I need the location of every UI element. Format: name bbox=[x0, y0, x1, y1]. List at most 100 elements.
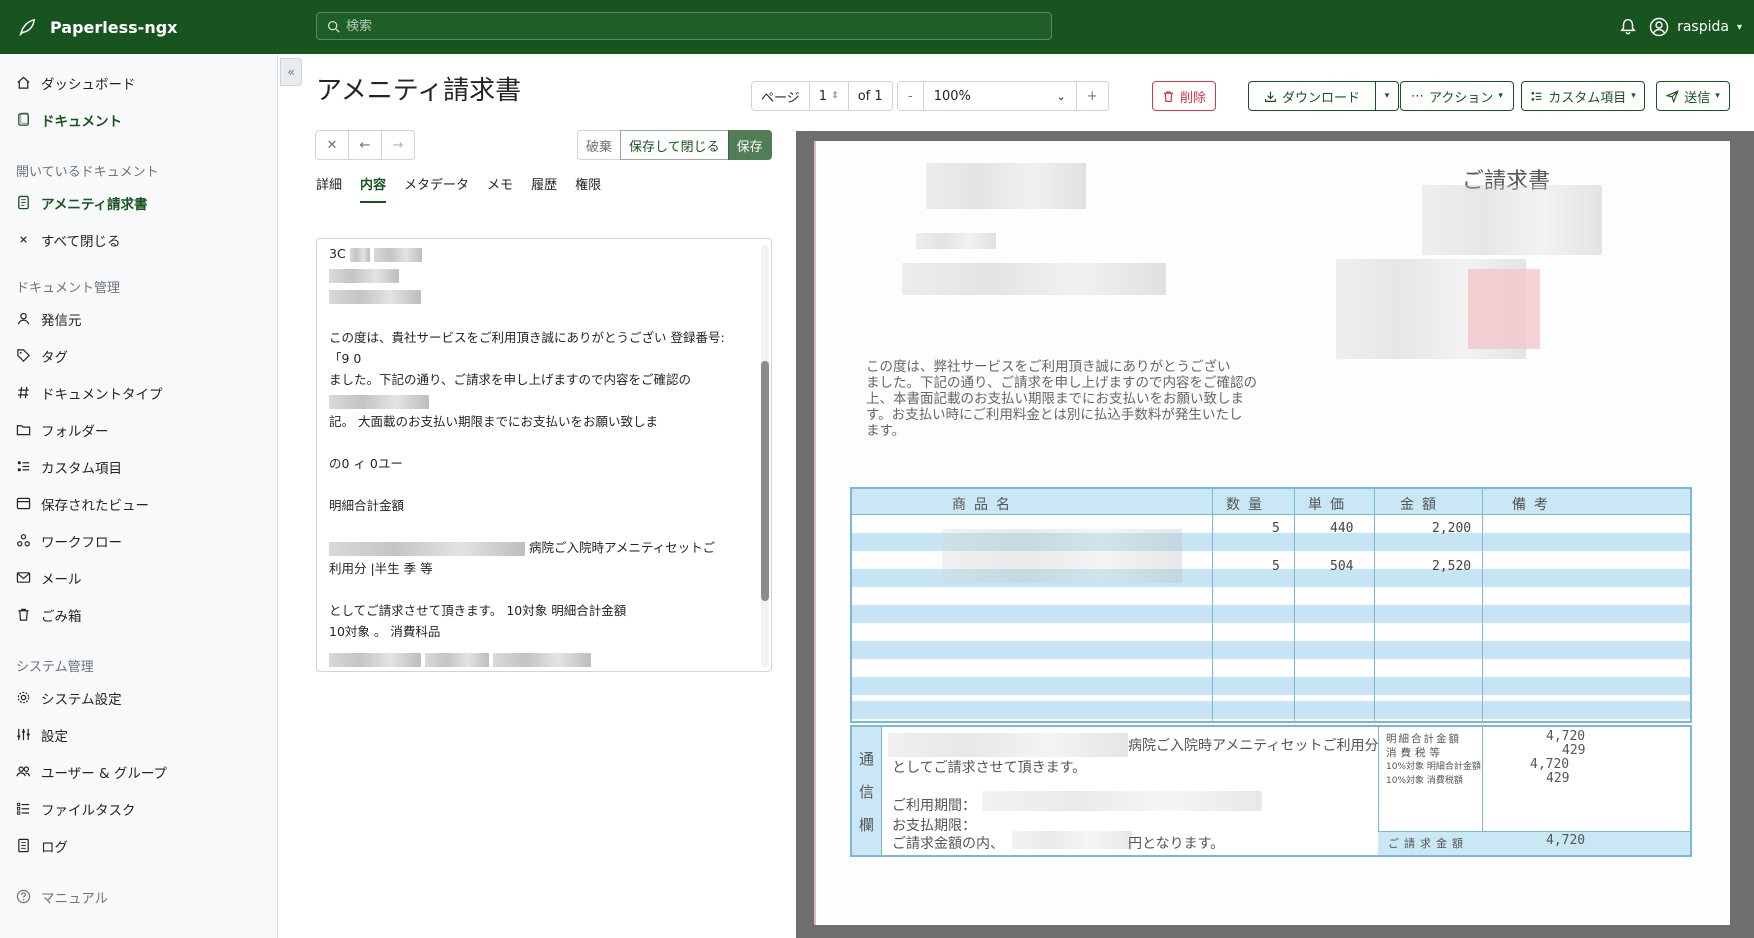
sidebar: ダッシュボード ドキュメント 開いているドキュメント アメニティ請求書 すべて閉… bbox=[0, 54, 278, 938]
sidebar-item-logs[interactable]: ログ bbox=[0, 827, 277, 864]
sidebar-item-trash[interactable]: ごみ箱 bbox=[0, 596, 277, 633]
close-document-button[interactable]: ✕ bbox=[315, 130, 349, 160]
sidebar-item-mail[interactable]: メール bbox=[0, 559, 277, 596]
content-line: この度は、貴社サービスをご利用頂き誠にありがとうござい 登録番号: bbox=[329, 330, 725, 345]
sidebar-item-close-all[interactable]: すべて閉じる bbox=[0, 221, 277, 258]
sidebar-item-tags[interactable]: タグ bbox=[0, 337, 277, 374]
discard-button[interactable]: 破棄 bbox=[577, 130, 622, 160]
tab-details[interactable]: 詳細 bbox=[316, 174, 342, 203]
save-close-button[interactable]: 保存して閉じる bbox=[620, 130, 729, 160]
sidebar-item-dashboard[interactable]: ダッシュボード bbox=[0, 64, 277, 101]
zoom-in-button[interactable]: + bbox=[1075, 81, 1109, 111]
summary-value: 429 bbox=[1562, 743, 1586, 758]
leaf-logo-icon bbox=[19, 18, 36, 36]
redacted-block bbox=[926, 163, 1086, 209]
sidebar-item-users-groups[interactable]: ユーザー & グループ bbox=[0, 753, 277, 790]
stepper-icon: ⇕ bbox=[831, 91, 839, 101]
detail-tabs: 詳細 内容 メタデータ メモ 履歴 権限 bbox=[316, 174, 601, 203]
content-line bbox=[329, 390, 743, 411]
pdf-preview[interactable]: ご請求書 この度は、弊社サービスをご利用頂き誠にありがとうござい ました。下記の… bbox=[796, 131, 1754, 938]
mail-icon bbox=[16, 572, 31, 583]
chevron-down-icon: ▾ bbox=[1498, 91, 1503, 101]
document-icon bbox=[18, 112, 29, 126]
sidebar-item-manual[interactable]: マニュアル bbox=[0, 878, 277, 915]
seal-stamp bbox=[1468, 269, 1540, 349]
actions-button[interactable]: ⋯ アクション ▾ bbox=[1400, 81, 1514, 111]
total-label: ご請求金額 bbox=[1388, 837, 1468, 850]
delete-button[interactable]: 削除 bbox=[1152, 81, 1216, 111]
send-button[interactable]: 送信 ▾ bbox=[1656, 81, 1730, 111]
download-dropdown-toggle[interactable]: ▾ bbox=[1375, 81, 1399, 111]
list-task-icon bbox=[16, 802, 30, 815]
redacted-block bbox=[982, 791, 1262, 811]
download-button[interactable]: ダウンロード bbox=[1248, 81, 1376, 111]
sidebar-item-correspondents[interactable]: 発信元 bbox=[0, 300, 277, 337]
row2-qty: 5 bbox=[1272, 559, 1280, 574]
custom-fields-button[interactable]: カスタム項目 ▾ bbox=[1521, 81, 1645, 111]
tag-icon bbox=[17, 349, 30, 362]
tab-metadata[interactable]: メタデータ bbox=[404, 174, 469, 203]
app-name: Paperless-ngx bbox=[50, 17, 178, 37]
redacted-block bbox=[888, 733, 1128, 757]
send-icon bbox=[1666, 89, 1680, 103]
page-number-input[interactable]: 1 ⇕ bbox=[808, 81, 849, 111]
content-scrollbar[interactable] bbox=[761, 245, 769, 667]
sidebar-item-file-tasks[interactable]: ファイルタスク bbox=[0, 790, 277, 827]
custom-fields-icon bbox=[1531, 91, 1542, 101]
close-icon bbox=[20, 236, 27, 243]
sidebar-item-workflows[interactable]: ワークフロー bbox=[0, 522, 277, 559]
content-textarea[interactable]: 3C この度は、貴社サービスをご利用頂き誠にありがとうござい 登録番号: 「9 … bbox=[316, 238, 772, 672]
content-line: ました。下記の通り、ご請求を申し上げますので内容をご確認の bbox=[329, 372, 692, 387]
comm-line: ご請求金額の内、 bbox=[892, 836, 1004, 852]
content-line bbox=[329, 648, 743, 669]
sidebar-item-open-doc[interactable]: アメニティ請求書 bbox=[0, 184, 277, 221]
page-selector: ページ 1 ⇕ of 1 bbox=[751, 81, 893, 111]
download-group: ダウンロード ▾ bbox=[1248, 81, 1399, 111]
invoice-body-text: この度は、弊社サービスをご利用頂き誠にありがとうござい ました。下記の通り、ご請… bbox=[866, 359, 1257, 439]
content-line bbox=[329, 285, 743, 306]
sidebar-item-folders[interactable]: フォルダー bbox=[0, 411, 277, 448]
system-header: システム管理 bbox=[16, 660, 94, 675]
dots-icon: ⋯ bbox=[1411, 88, 1425, 104]
person-icon bbox=[17, 312, 30, 325]
sidebar-item-system-settings[interactable]: システム設定 bbox=[0, 679, 277, 716]
manage-header: ドキュメント管理 bbox=[16, 281, 121, 296]
col-header-qty: 数量 bbox=[1226, 497, 1270, 513]
tab-permissions[interactable]: 権限 bbox=[575, 174, 601, 203]
sidebar-item-custom-fields[interactable]: カスタム項目 bbox=[0, 448, 277, 485]
zoom-select[interactable]: 100% ⌄ bbox=[922, 81, 1077, 111]
save-button[interactable]: 保存 bbox=[727, 130, 772, 160]
content-line: 記。 大面載のお支払い期限までにお支払いをお願い致しま bbox=[329, 414, 658, 429]
content-line: 10対象 。 消費科品 bbox=[329, 624, 441, 639]
row2-unit: 504 bbox=[1330, 559, 1354, 574]
redacted-block bbox=[1012, 831, 1132, 849]
workflow-icon bbox=[17, 534, 30, 547]
col-header-remarks: 備考 bbox=[1512, 497, 1556, 513]
search-box[interactable] bbox=[316, 12, 1052, 40]
comm-line: 病院ご入院時アメニティセットご利用分 bbox=[1128, 738, 1379, 754]
content-line: 利用分 |半生 季 等 bbox=[329, 561, 433, 576]
top-navbar: Paperless-ngx raspida ▾ bbox=[0, 0, 1754, 54]
comm-line: 円となります。 bbox=[1128, 836, 1225, 852]
tab-history[interactable]: 履歴 bbox=[531, 174, 557, 203]
summary-label: 明細合計金額 bbox=[1386, 733, 1461, 745]
tab-notes[interactable]: メモ bbox=[487, 174, 513, 203]
col-header-unit: 単価 bbox=[1308, 497, 1352, 513]
bell-icon[interactable] bbox=[1619, 18, 1637, 36]
previous-document-button[interactable]: ← bbox=[348, 130, 382, 160]
app-brand[interactable]: Paperless-ngx bbox=[0, 18, 316, 37]
search-input[interactable] bbox=[346, 18, 1026, 34]
sidebar-item-document-types[interactable]: ドキュメントタイプ bbox=[0, 374, 277, 411]
next-document-button[interactable]: → bbox=[381, 130, 415, 160]
sidebar-item-saved-views[interactable]: 保存されたビュー bbox=[0, 485, 277, 522]
custom-fields-icon bbox=[17, 461, 30, 472]
sidebar-item-documents[interactable]: ドキュメント bbox=[0, 101, 277, 138]
zoom-control: - 100% ⌄ + bbox=[897, 81, 1109, 111]
zoom-out-button[interactable]: - bbox=[897, 81, 924, 111]
sidebar-item-settings[interactable]: 設定 bbox=[0, 716, 277, 753]
question-icon bbox=[16, 889, 31, 904]
save-group: 破棄 保存して閉じる 保存 bbox=[577, 130, 772, 160]
tab-content[interactable]: 内容 bbox=[360, 174, 387, 203]
user-menu[interactable]: raspida ▾ bbox=[1649, 17, 1742, 37]
content-line: 3C bbox=[329, 243, 743, 264]
